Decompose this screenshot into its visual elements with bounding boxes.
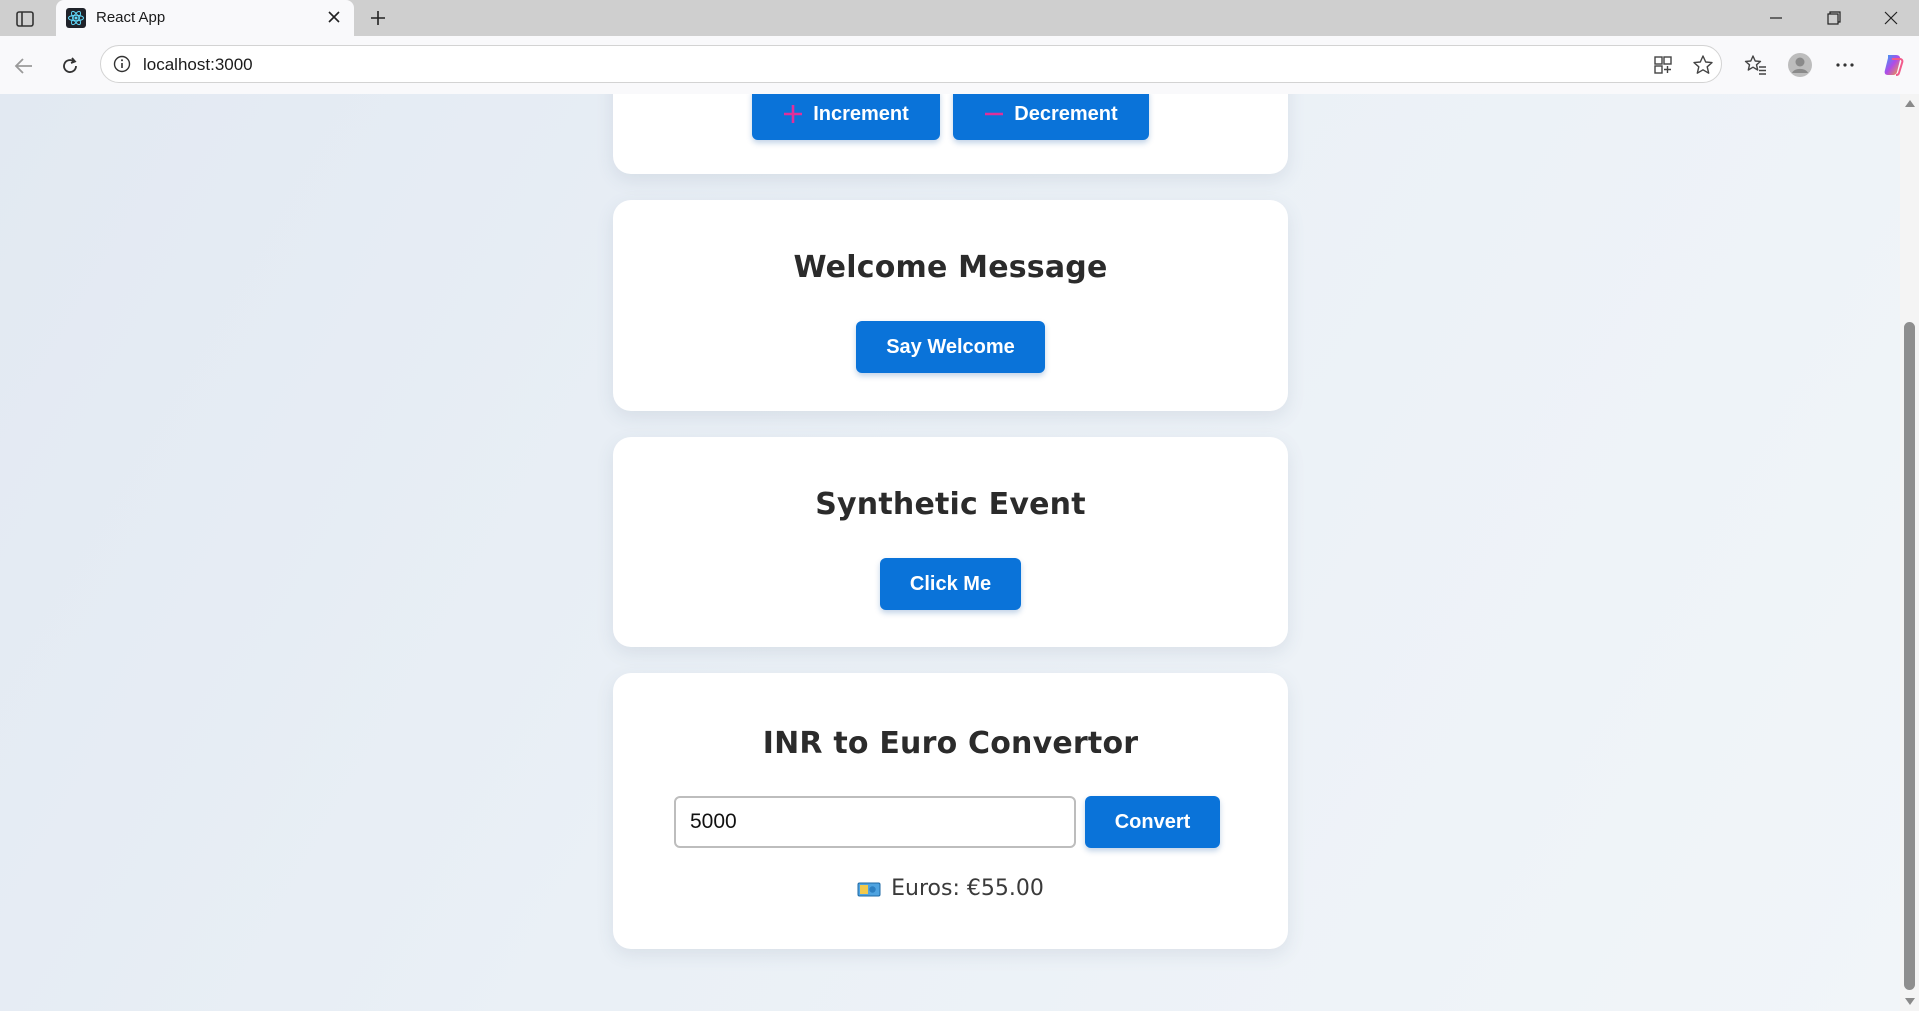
page-viewport: Increment Decrement Welcome Message Say … xyxy=(0,94,1900,1011)
url-text[interactable]: localhost:3000 xyxy=(143,55,253,75)
profile-avatar-icon[interactable] xyxy=(1786,51,1814,79)
click-me-button[interactable]: Click Me xyxy=(880,558,1021,610)
more-menu-icon[interactable] xyxy=(1831,51,1859,79)
increment-label: Increment xyxy=(813,102,909,125)
scrollbar-thumb[interactable] xyxy=(1904,322,1915,990)
euro-result-text: Euros: €55.00 xyxy=(891,876,1044,901)
address-bar[interactable]: localhost:3000 xyxy=(100,45,1722,83)
minus-icon xyxy=(984,104,1004,124)
synthetic-event-card: Synthetic Event Click Me xyxy=(613,437,1288,647)
vertical-scrollbar[interactable] xyxy=(1900,94,1919,1011)
money-icon xyxy=(857,879,881,899)
tab-title: React App xyxy=(96,9,166,26)
site-info-icon[interactable] xyxy=(113,55,131,73)
convert-button[interactable]: Convert xyxy=(1085,796,1220,848)
browser-toolbar: localhost:3000 xyxy=(0,36,1919,95)
new-tab-icon[interactable] xyxy=(365,6,391,30)
back-icon[interactable] xyxy=(10,52,38,80)
scroll-up-arrow-icon[interactable] xyxy=(1905,100,1915,107)
welcome-title: Welcome Message xyxy=(793,250,1108,285)
increment-button[interactable]: Increment xyxy=(752,94,940,140)
close-tab-icon[interactable] xyxy=(324,7,344,27)
minimize-icon[interactable] xyxy=(1758,4,1794,32)
app-available-icon[interactable] xyxy=(1651,53,1675,77)
plus-icon xyxy=(783,104,803,124)
restore-icon[interactable] xyxy=(1816,4,1852,32)
react-logo-icon xyxy=(66,8,86,28)
favorite-star-icon[interactable] xyxy=(1691,53,1715,77)
converter-card: INR to Euro Convertor 5000 Convert Euros… xyxy=(613,673,1288,949)
favorites-icon[interactable] xyxy=(1742,51,1770,79)
copilot-icon[interactable] xyxy=(1879,51,1907,79)
scroll-down-arrow-icon[interactable] xyxy=(1905,998,1915,1005)
decrement-button[interactable]: Decrement xyxy=(953,94,1149,140)
inr-amount-input[interactable]: 5000 xyxy=(674,796,1076,848)
euro-result: Euros: €55.00 xyxy=(613,876,1288,901)
sidebar-toggle-icon[interactable] xyxy=(12,8,38,30)
decrement-label: Decrement xyxy=(1014,102,1118,125)
tab-strip: React App xyxy=(0,0,1919,36)
browser-tab[interactable]: React App xyxy=(56,0,354,36)
reload-icon[interactable] xyxy=(56,52,84,80)
synthetic-event-title: Synthetic Event xyxy=(815,487,1086,522)
close-window-icon[interactable] xyxy=(1873,4,1909,32)
welcome-card: Welcome Message Say Welcome xyxy=(613,200,1288,411)
counter-card: Increment Decrement xyxy=(613,94,1288,174)
say-welcome-button[interactable]: Say Welcome xyxy=(856,321,1045,373)
converter-title: INR to Euro Convertor xyxy=(762,726,1139,761)
